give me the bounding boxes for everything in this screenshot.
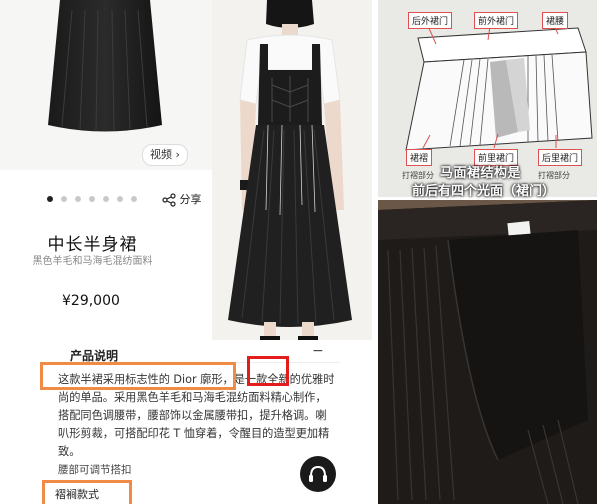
product-subtitle: 黑色羊毛和马海毛混纺面料 bbox=[32, 256, 153, 267]
collapse-icon[interactable]: − bbox=[312, 343, 324, 359]
carousel-dot[interactable] bbox=[103, 196, 109, 202]
diagram-label: 裙褶 bbox=[406, 149, 433, 166]
diagram-label: 前外裙门 bbox=[474, 12, 519, 29]
description-line: 搭配同色调腰带，腰部饰以金属腰带扣，提升格调。喇 bbox=[58, 409, 327, 422]
highlight-box-orange bbox=[40, 362, 236, 390]
share-icon bbox=[162, 193, 176, 207]
headset-icon bbox=[309, 465, 327, 482]
description-line: 尚的单品。采用黑色羊毛和马海毛混纺面料精心制作， bbox=[58, 391, 327, 404]
highlight-box-orange bbox=[42, 480, 132, 504]
waist-note: 腰部可调节搭扣 bbox=[58, 464, 132, 476]
highlight-box-red bbox=[247, 356, 289, 386]
diagram-label: 后外裙门 bbox=[408, 12, 453, 29]
video-label: 视频 bbox=[150, 148, 173, 161]
description-line: 致。 bbox=[58, 445, 81, 458]
carousel-dot[interactable] bbox=[131, 196, 137, 202]
carousel-dot[interactable] bbox=[89, 196, 95, 202]
diagram-caption: 马面裙结构是 bbox=[440, 166, 522, 181]
share-button[interactable]: 分享 bbox=[162, 191, 202, 207]
product-price: ¥29,000 bbox=[62, 293, 120, 309]
diagram-label: 后里裙门 bbox=[538, 149, 583, 166]
share-label: 分享 bbox=[179, 193, 202, 206]
model-photo bbox=[212, 0, 372, 344]
fabric-photo bbox=[378, 200, 597, 504]
diagram-caption: 前后有四个光面（裙门） bbox=[412, 184, 556, 199]
chevron-right-icon: › bbox=[175, 148, 180, 161]
carousel-dot[interactable] bbox=[47, 196, 53, 202]
chat-button[interactable] bbox=[300, 456, 336, 492]
video-button[interactable]: 视频 › bbox=[142, 144, 188, 166]
diagram-label: 裙腰 bbox=[542, 12, 569, 29]
description-line: 叭形剪裁，可搭配印花 T 恤穿着，令醒目的造型更加精 bbox=[58, 427, 330, 440]
carousel-dot[interactable] bbox=[117, 196, 123, 202]
carousel-dot[interactable] bbox=[61, 196, 67, 202]
carousel-dot[interactable] bbox=[75, 196, 81, 202]
